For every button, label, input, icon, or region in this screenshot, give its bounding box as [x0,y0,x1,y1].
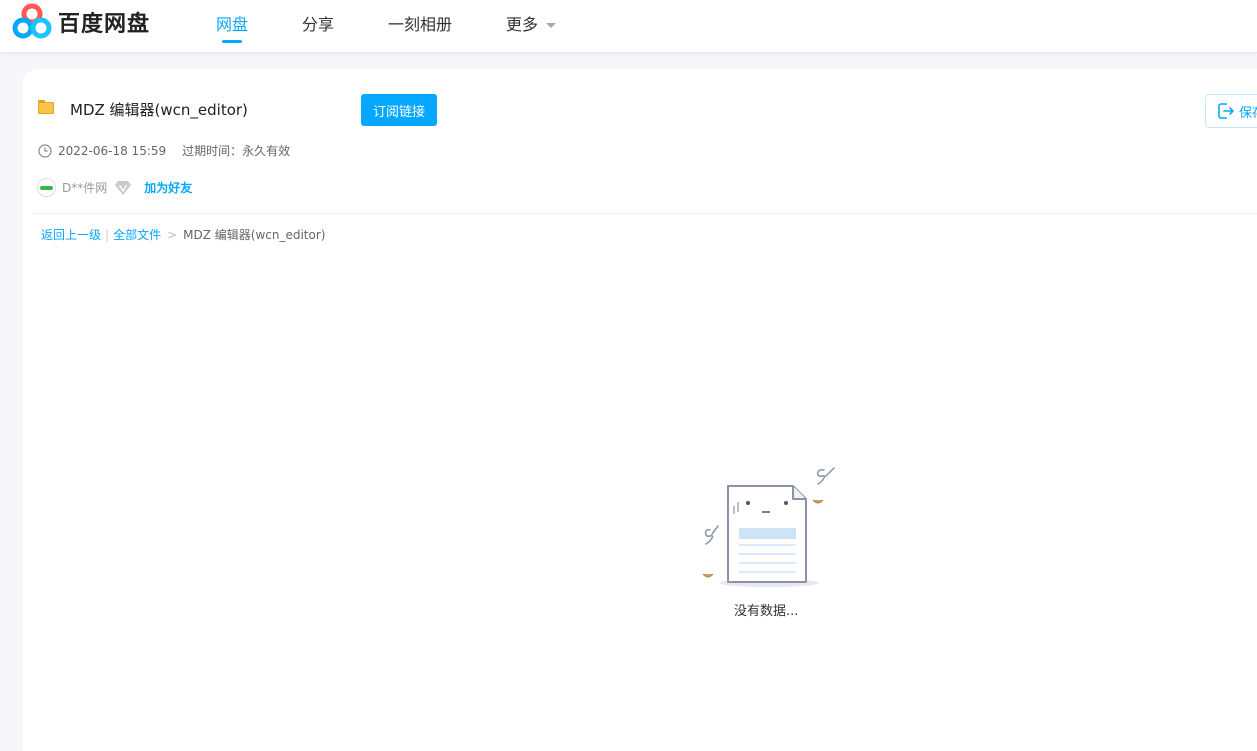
nav-netdisk[interactable]: 网盘 [216,11,248,35]
breadcrumb-arrow: > [167,227,178,242]
empty-document-illustration-icon [702,467,835,587]
breadcrumb-separator: | [105,227,110,242]
save-button-label: 保存 [1239,105,1257,121]
avatar[interactable] [37,178,56,197]
nav-more[interactable]: 更多 [506,11,557,35]
share-owner: D**件网 加为好友 [37,178,192,197]
nav-more-label: 更多 [506,15,539,34]
share-title: MDZ 编辑器(wcn_editor) [70,101,248,119]
folder-icon [38,100,54,114]
share-meta: 2022-06-18 15:59 过期时间：永久有效 [38,142,290,159]
empty-state-text: 没有数据... [734,604,799,619]
breadcrumb-all-files-link[interactable]: 全部文件 [113,226,161,243]
nav-share[interactable]: 分享 [302,11,334,35]
divider [33,213,1257,214]
brand-name: 百度网盘 [58,12,151,37]
nav-moment-album[interactable]: 一刻相册 [388,11,452,35]
brand-logo[interactable]: 百度网盘 [12,3,151,39]
save-button[interactable]: 保存 [1205,94,1257,128]
top-bar: 百度网盘 网盘 分享 一刻相册 更多 [0,0,1257,53]
breadcrumb-back-link[interactable]: 返回上一级 [41,226,101,243]
breadcrumb-current: MDZ 编辑器(wcn_editor) [183,228,326,242]
expire-time: 过期时间：永久有效 [182,144,291,158]
breadcrumb: 返回上一级 | 全部文件 > MDZ 编辑器(wcn_editor) [41,226,325,243]
share-card [23,69,1257,751]
subscribe-link-button[interactable]: 订阅链接 [361,94,437,126]
chevron-down-icon [546,23,557,28]
nav-active-indicator [222,40,242,43]
save-to-disk-icon [1218,103,1234,119]
baidu-netdisk-logo-icon [12,3,52,39]
owner-name: D**件网 [62,181,108,195]
add-friend-link[interactable]: 加为好友 [144,179,192,196]
clock-icon [38,143,52,158]
diamond-vip-icon [115,180,132,195]
share-date: 2022-06-18 15:59 [58,143,167,158]
